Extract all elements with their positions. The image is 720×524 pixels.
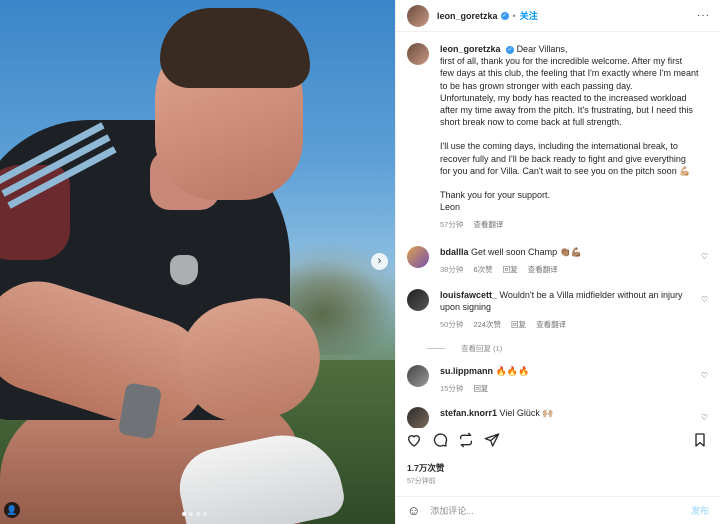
more-options-icon[interactable]: ··· xyxy=(697,10,710,21)
follow-button[interactable]: 关注 xyxy=(520,9,538,22)
caption-username[interactable]: leon_goretzka xyxy=(440,44,501,54)
caption-line: Unfortunately, my body has reacted to th… xyxy=(440,92,687,103)
commenter-avatar[interactable] xyxy=(407,245,429,268)
commenter-avatar[interactable] xyxy=(407,364,429,387)
caption-line: Leon xyxy=(440,202,461,213)
carousel-dots xyxy=(182,512,207,516)
post-photo[interactable]: › 👤 xyxy=(0,0,395,524)
caption-line: recover fully and I'll be back ready to … xyxy=(440,153,686,164)
user-tag-icon[interactable]: 👤 xyxy=(4,502,20,518)
like-comment-heart-icon[interactable]: ♡ xyxy=(701,371,708,380)
like-heart-icon[interactable] xyxy=(406,432,424,450)
comment-likes[interactable]: 6次赞 xyxy=(473,265,492,274)
reply-button[interactable]: 回复 xyxy=(473,384,488,393)
caption-line: first of all, thank you for the incredib… xyxy=(440,56,683,67)
instagram-post-view: › 👤 leon_goretzka ✓ • 关注 ··· leon_goretz… xyxy=(0,0,720,524)
like-comment-heart-icon[interactable]: ♡ xyxy=(701,295,708,304)
see-translation-link[interactable]: 查看翻译 xyxy=(536,320,566,329)
next-slide-button[interactable]: › xyxy=(371,253,388,270)
reply-button[interactable]: 回复 xyxy=(511,320,526,329)
player-hair xyxy=(160,8,310,88)
comment-text: Get well soon Champ 👏🏽💪🏽 xyxy=(471,246,582,257)
comment-time: 15分钟 xyxy=(440,383,464,393)
share-plane-icon[interactable] xyxy=(484,432,502,450)
comment-text: 🔥🔥🔥 xyxy=(495,365,530,376)
comment-likes[interactable]: 224次赞 xyxy=(473,320,501,329)
author-avatar[interactable] xyxy=(407,43,429,65)
commenter-username[interactable]: bdallla xyxy=(440,247,469,257)
emoji-picker-icon[interactable]: ☺ xyxy=(407,503,420,518)
comment-time: 50分钟 xyxy=(440,319,464,329)
comment-text: Viel Glück 🙌🏼 xyxy=(499,407,554,418)
caption-meta: 57分钟 查看翻译 xyxy=(440,219,702,231)
verified-badge-icon: ✓ xyxy=(500,11,509,20)
repost-icon[interactable] xyxy=(458,432,476,450)
caption-line: for you and for Villa. Can't wait to see… xyxy=(440,165,691,176)
comment-item: louisfawcett_ Wouldn't be a Villa midfie… xyxy=(396,288,720,331)
comment-item: bdallla Get well soon Champ 👏🏽💪🏽 38分钟 6次… xyxy=(396,245,720,276)
caption-line: Thank you for your support. xyxy=(440,190,551,201)
see-translation-link[interactable]: 查看翻译 xyxy=(528,265,558,274)
post-time[interactable]: 57分钟前 xyxy=(407,476,436,486)
verified-badge-icon: ✓ xyxy=(506,45,515,54)
comment-item: su.lippmann 🔥🔥🔥 15分钟 回复 ♡ xyxy=(396,364,720,395)
author-avatar[interactable] xyxy=(407,4,429,27)
caption-time: 57分钟 xyxy=(440,220,464,230)
comment-meta: 15分钟 回复 xyxy=(440,383,702,395)
replies-line xyxy=(427,347,445,349)
view-replies-button[interactable]: 查看回复 (1) xyxy=(396,343,720,354)
comment-meta: 38分钟 6次赞 回复 查看翻译 xyxy=(440,264,702,276)
like-comment-heart-icon[interactable]: ♡ xyxy=(701,413,708,422)
comment-item: stefan.knorr1 Viel Glück 🙌🏼 ♡ xyxy=(396,406,720,428)
like-comment-heart-icon[interactable]: ♡ xyxy=(701,252,708,261)
caption-line: short break now to come back at full str… xyxy=(440,117,622,128)
save-bookmark-icon[interactable] xyxy=(692,432,710,450)
commenter-avatar[interactable] xyxy=(407,406,429,428)
comment-bubble-icon[interactable] xyxy=(432,432,450,450)
commenter-username[interactable]: stefan.knorr1 xyxy=(440,408,497,418)
carousel-dot xyxy=(203,512,207,516)
post-comment-button[interactable]: 发布 xyxy=(691,504,709,517)
caption-line: after my time away from the pitch. It's … xyxy=(440,105,693,116)
see-translation-link[interactable]: 查看翻译 xyxy=(473,220,503,229)
add-comment-bar: ☺ 发布 xyxy=(396,496,720,524)
caption-line: I'll use the coming days, including the … xyxy=(440,141,678,152)
caption-line: few days at this club, the feeling that … xyxy=(440,68,699,79)
header-separator: • xyxy=(512,10,516,21)
post-actions xyxy=(406,432,710,450)
view-replies-label[interactable]: 查看回复 (1) xyxy=(461,343,502,354)
post-sidebar: leon_goretzka ✓ • 关注 ··· leon_goretzka ✓… xyxy=(395,0,720,524)
post-header: leon_goretzka ✓ • 关注 ··· xyxy=(396,0,720,32)
caption-line: to be has grown stronger with each passi… xyxy=(440,80,633,91)
reply-button[interactable]: 回复 xyxy=(503,265,518,274)
add-comment-input[interactable] xyxy=(430,505,661,516)
carousel-dot xyxy=(182,512,186,516)
comments-scroll-area[interactable]: leon_goretzka ✓ Dear Villans, first of a… xyxy=(396,33,720,428)
comment-time: 38分钟 xyxy=(440,264,464,274)
commenter-username[interactable]: su.lippmann xyxy=(440,366,493,376)
carousel-dot xyxy=(189,512,193,516)
commenter-avatar[interactable] xyxy=(407,288,429,311)
caption-line: Dear Villans, xyxy=(516,44,568,54)
club-crest xyxy=(170,255,198,285)
author-username[interactable]: leon_goretzka xyxy=(437,11,498,21)
commenter-username[interactable]: louisfawcett_ xyxy=(440,290,497,300)
carousel-dot xyxy=(196,512,200,516)
post-caption: leon_goretzka ✓ Dear Villans, first of a… xyxy=(396,33,720,232)
comment-meta: 50分钟 224次赞 回复 查看翻译 xyxy=(440,319,702,331)
likes-count[interactable]: 1.7万次赞 xyxy=(407,462,444,474)
